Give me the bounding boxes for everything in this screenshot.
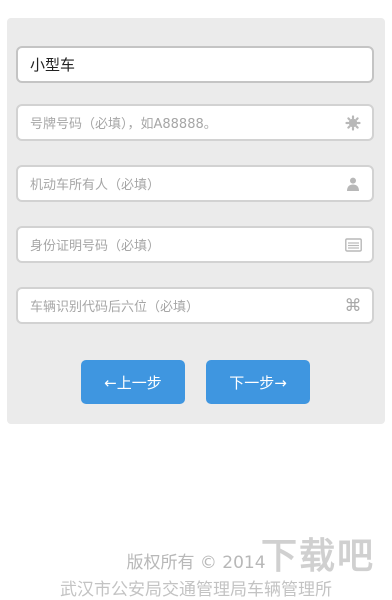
- form-panel: 小型车 号牌号码（必填），如A88888。 机动车所有人（必填） 身份证明号码（…: [7, 18, 385, 424]
- id-number-placeholder: 身份证明号码（必填）: [30, 239, 161, 254]
- vin-suffix-placeholder: 车辆识别代码后六位（必填）: [30, 300, 200, 315]
- vin-suffix-input[interactable]: 车辆识别代码后六位（必填） ⌘: [16, 287, 374, 324]
- id-card-icon: [344, 236, 362, 254]
- gear-icon: [344, 114, 362, 132]
- id-number-input[interactable]: 身份证明号码（必填）: [16, 226, 374, 263]
- vehicle-type-select[interactable]: 小型车: [16, 46, 374, 83]
- owner-name-input[interactable]: 机动车所有人（必填）: [16, 165, 374, 202]
- plate-number-input[interactable]: 号牌号码（必填），如A88888。: [16, 104, 374, 141]
- owner-name-placeholder: 机动车所有人（必填）: [30, 178, 161, 193]
- prev-step-button[interactable]: ←上一步: [81, 360, 185, 404]
- watermark-logo: 下载吧: [260, 536, 375, 577]
- plate-number-placeholder: 号牌号码（必填），如A88888。: [30, 117, 217, 132]
- next-step-button[interactable]: 下一步→: [206, 360, 310, 404]
- vehicle-type-value: 小型车: [30, 56, 76, 74]
- command-icon: ⌘: [344, 295, 362, 316]
- user-icon: [344, 175, 362, 193]
